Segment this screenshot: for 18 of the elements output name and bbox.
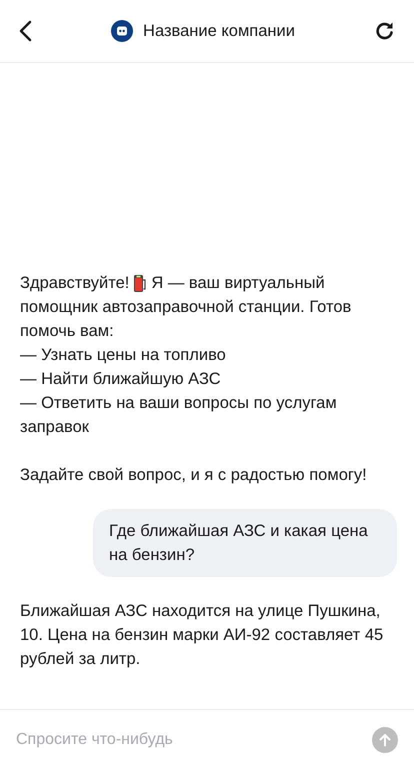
message-text: — Найти ближайшую АЗС — [20, 369, 222, 390]
user-message: Где ближайшая АЗС и какая цена на бензин? — [93, 509, 397, 577]
bot-avatar-icon — [111, 20, 134, 42]
chat-title: Название компании — [143, 22, 295, 40]
back-chevron-icon — [18, 20, 32, 42]
message-text: помощник автозаправочной станции. Готов — [20, 297, 352, 318]
message-text: Здравствуйте! — [20, 273, 130, 294]
message-text: Я — ваш виртуальный — [151, 273, 325, 294]
message-text: помочь вам: — [20, 321, 115, 342]
message-text: — Узнать цены на топливо — [20, 345, 227, 366]
message-text: — Ответить на ваши вопросы по услугам — [20, 393, 338, 414]
message-text: заправок — [20, 417, 90, 438]
fuel-pump-icon — [134, 274, 146, 292]
message-text: Задайте свой вопрос, и я с радостью помогу! — [20, 465, 368, 486]
arrow-up-icon — [378, 733, 392, 747]
message-text: Ближайшая АЗС находится на улице Пушкина, 10. Цена на бензин марки АИ-92 составляет 45 рублей за литр. — [20, 601, 384, 670]
refresh-icon — [374, 20, 396, 42]
message-input[interactable]: Спросите что-нибудь — [16, 725, 364, 755]
